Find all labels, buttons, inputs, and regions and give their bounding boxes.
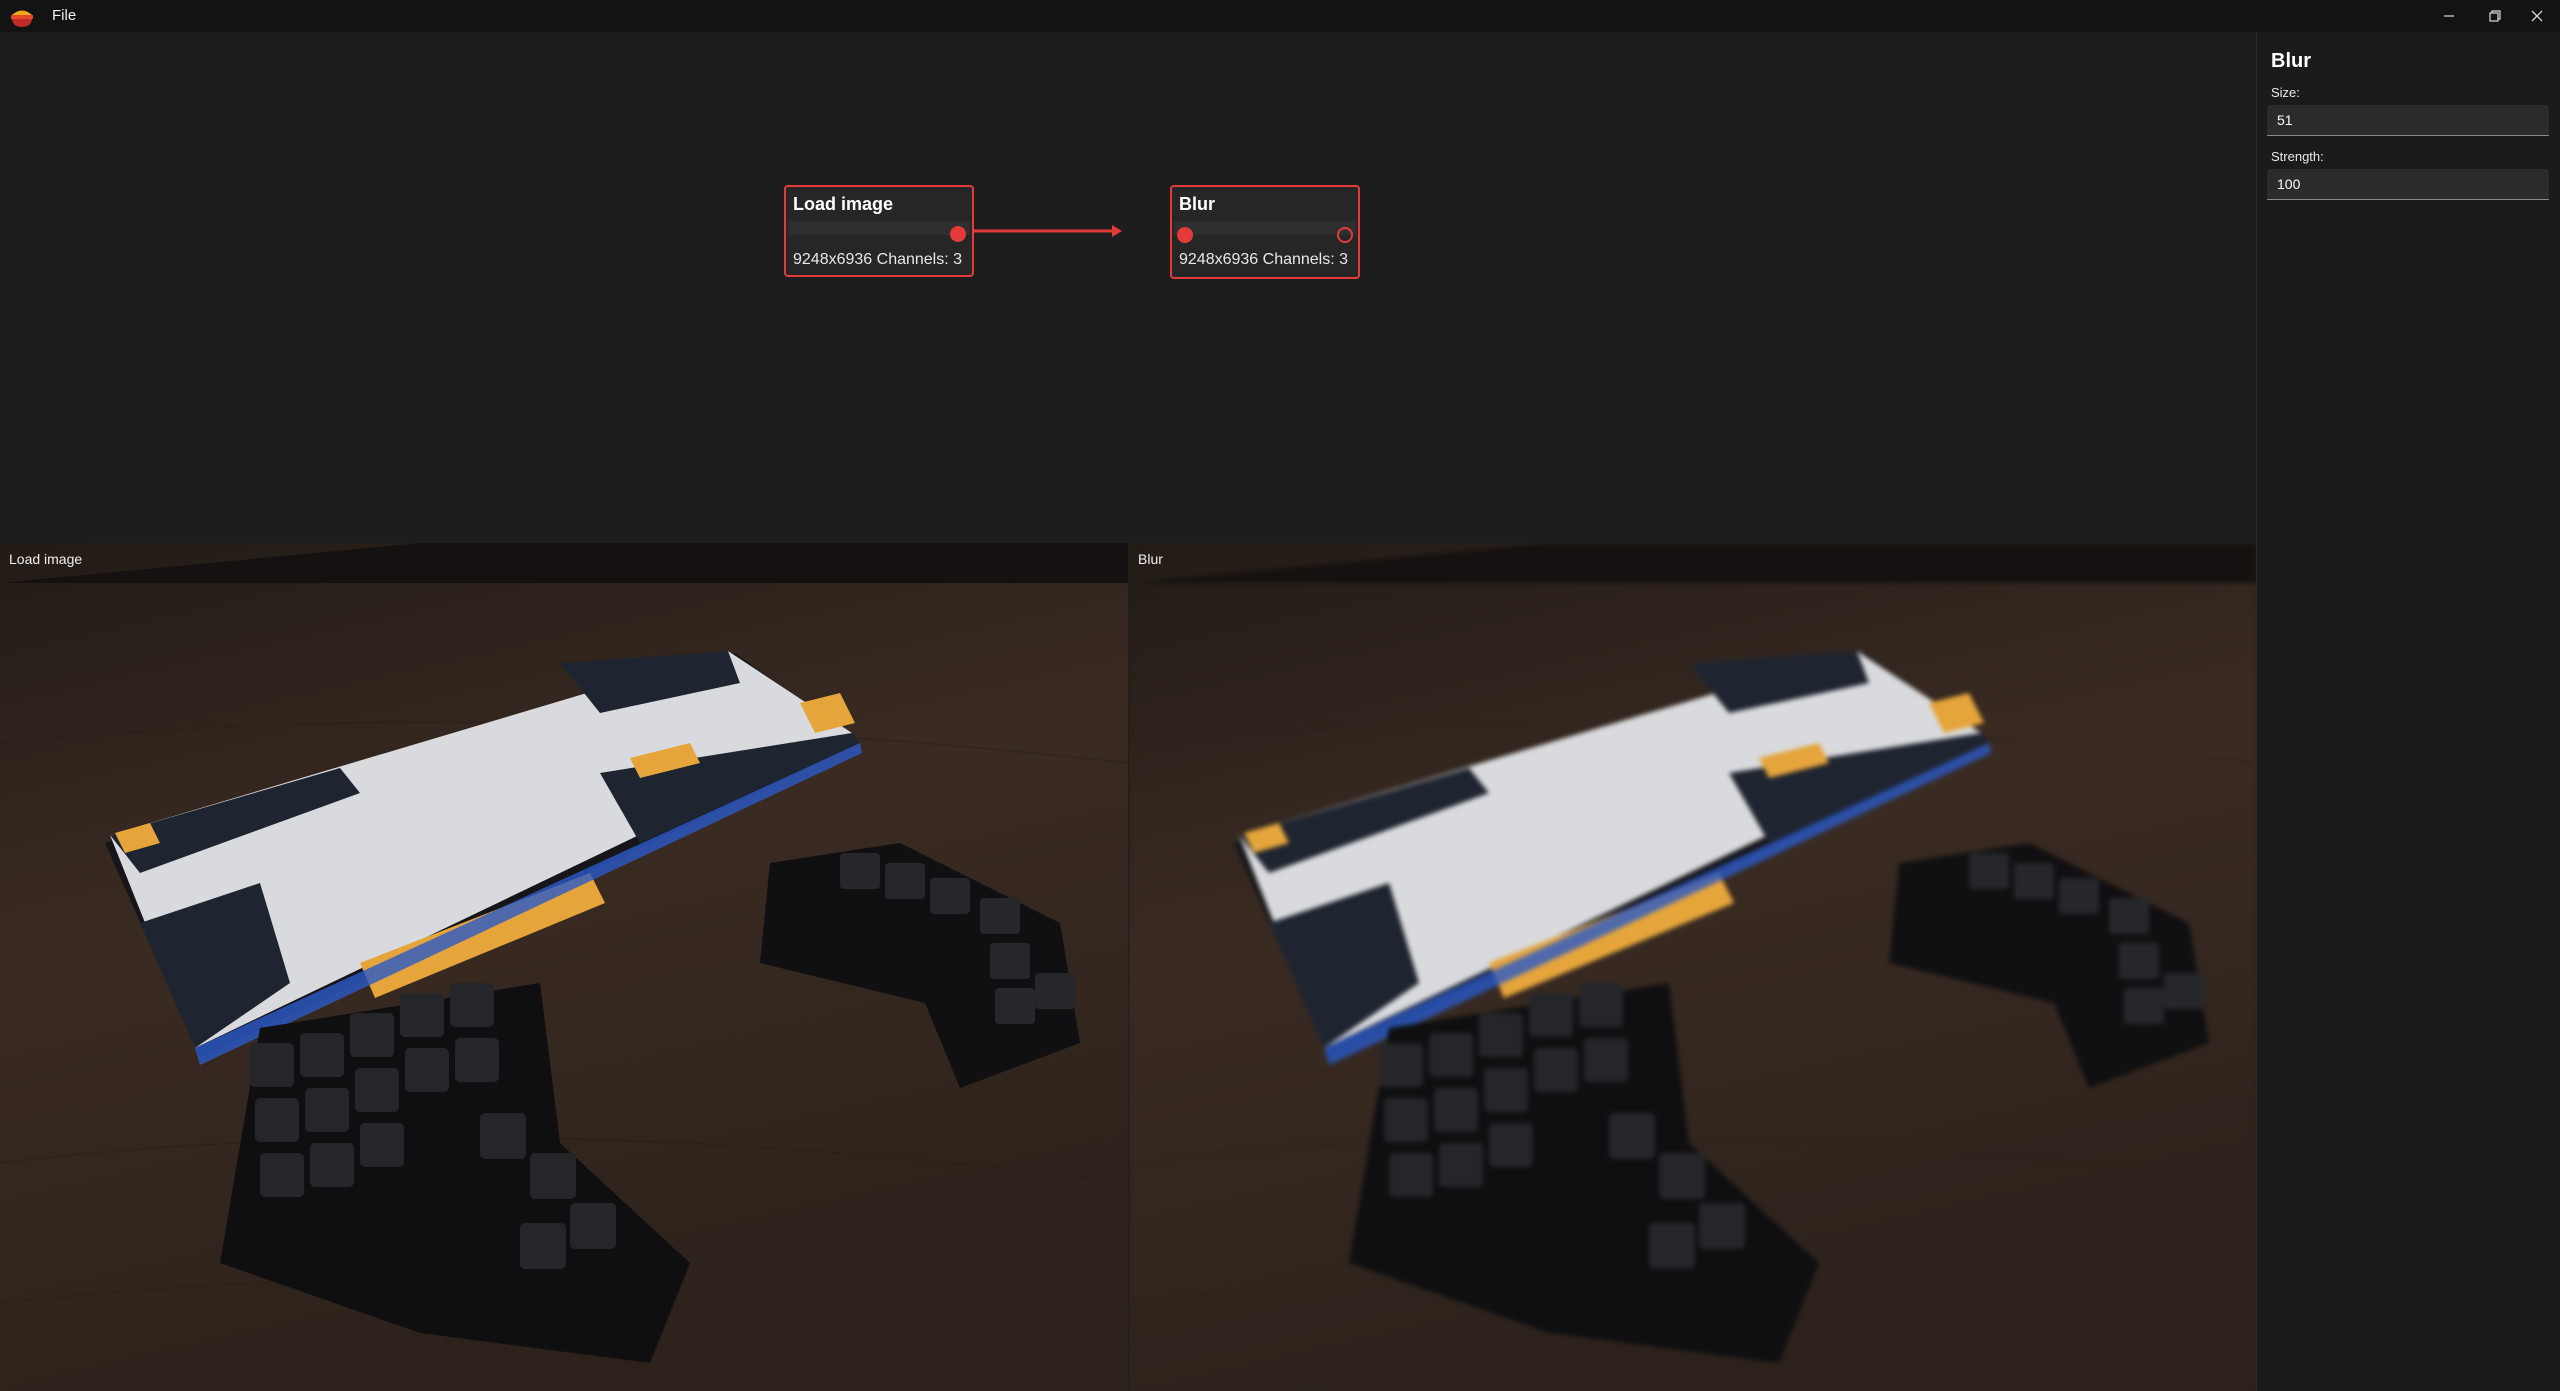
output-port[interactable] [950, 226, 966, 242]
restore-button[interactable] [2472, 0, 2518, 32]
panel-title: Blur [2271, 50, 2311, 72]
output-port[interactable] [1337, 227, 1353, 243]
node-title: Load image [793, 194, 894, 214]
preview-label: Load image [9, 551, 83, 567]
preview-blur: Blur [1129, 543, 2256, 1391]
preview-load-image: Load image [0, 543, 1128, 1391]
close-button[interactable] [2514, 0, 2560, 32]
keyboard-photo [0, 543, 1128, 1391]
app-logo-icon [11, 10, 33, 27]
port-band [788, 221, 970, 235]
size-label: Size: [2271, 85, 2300, 100]
node-blur[interactable]: Blur 9248x6936 Channels: 3 [1170, 185, 1360, 279]
connection-edge [957, 225, 1122, 237]
keyboard-photo-blurred [1129, 543, 2256, 1391]
node-title: Blur [1179, 194, 1215, 214]
minimize-icon [2444, 15, 2454, 17]
node-info: 9248x6936 Channels: 3 [1179, 251, 1349, 268]
strength-input[interactable] [2267, 169, 2549, 200]
restore-icon [2489, 10, 2501, 22]
close-icon [2531, 10, 2543, 22]
node-graph-canvas[interactable]: Load image 9248x6936 Channels: 3 Blur 92… [0, 32, 2255, 542]
port-band [1174, 221, 1356, 235]
node-info: 9248x6936 Channels: 3 [793, 251, 963, 268]
title-bar: File [0, 0, 2560, 32]
minimize-button[interactable] [2426, 0, 2472, 32]
input-port[interactable] [1177, 227, 1193, 243]
strength-label: Strength: [2271, 149, 2324, 164]
preview-label: Blur [1138, 551, 1163, 567]
size-input[interactable] [2267, 105, 2549, 136]
file-menu[interactable]: File [52, 7, 76, 24]
node-load-image[interactable]: Load image 9248x6936 Channels: 3 [784, 185, 974, 277]
properties-panel: Blur Size: Strength: [2256, 32, 2560, 1391]
